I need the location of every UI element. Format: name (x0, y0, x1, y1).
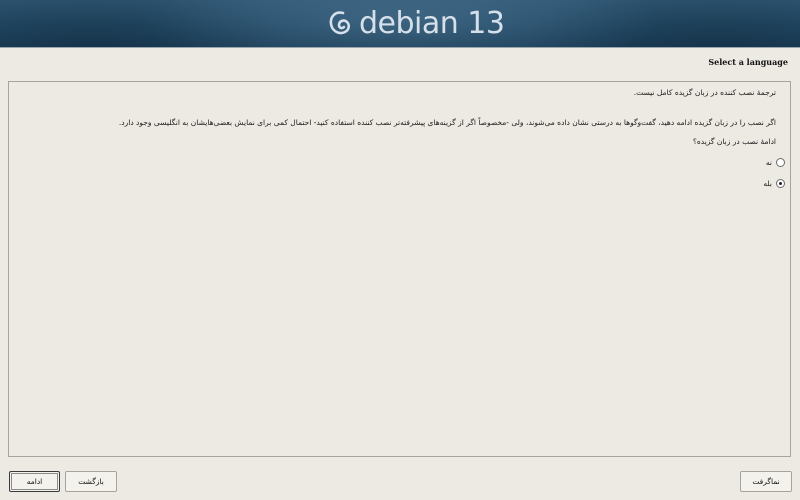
screenshot-button[interactable]: نماگرفت (740, 471, 792, 492)
radio-yes[interactable] (776, 179, 785, 188)
notice-text: ترجمهٔ نصب کننده در زبان گزیده کامل نیست… (633, 88, 776, 97)
debian-logo: debian 13 (327, 6, 505, 42)
debian-swirl-icon (327, 9, 353, 39)
option-yes[interactable]: بله (763, 179, 785, 188)
banner-divider (0, 47, 800, 48)
question-text: ادامهٔ نصب در زبان گزیده؟ (692, 137, 776, 146)
option-yes-label: بله (763, 179, 772, 188)
logo-text: debian 13 (359, 6, 505, 41)
option-no[interactable]: نه (766, 158, 785, 167)
continue-button[interactable]: ادامه (9, 471, 60, 492)
content-panel: ترجمهٔ نصب کننده در زبان گزیده کامل نیست… (8, 81, 791, 457)
back-button[interactable]: بازگشت (65, 471, 117, 492)
description-text: اگر نصب را در زبان گزیده ادامه دهید، گفت… (118, 118, 776, 127)
option-no-label: نه (765, 158, 772, 167)
radio-no[interactable] (776, 158, 785, 167)
header-banner: debian 13 (0, 0, 800, 47)
step-title: Select a language (708, 57, 788, 67)
